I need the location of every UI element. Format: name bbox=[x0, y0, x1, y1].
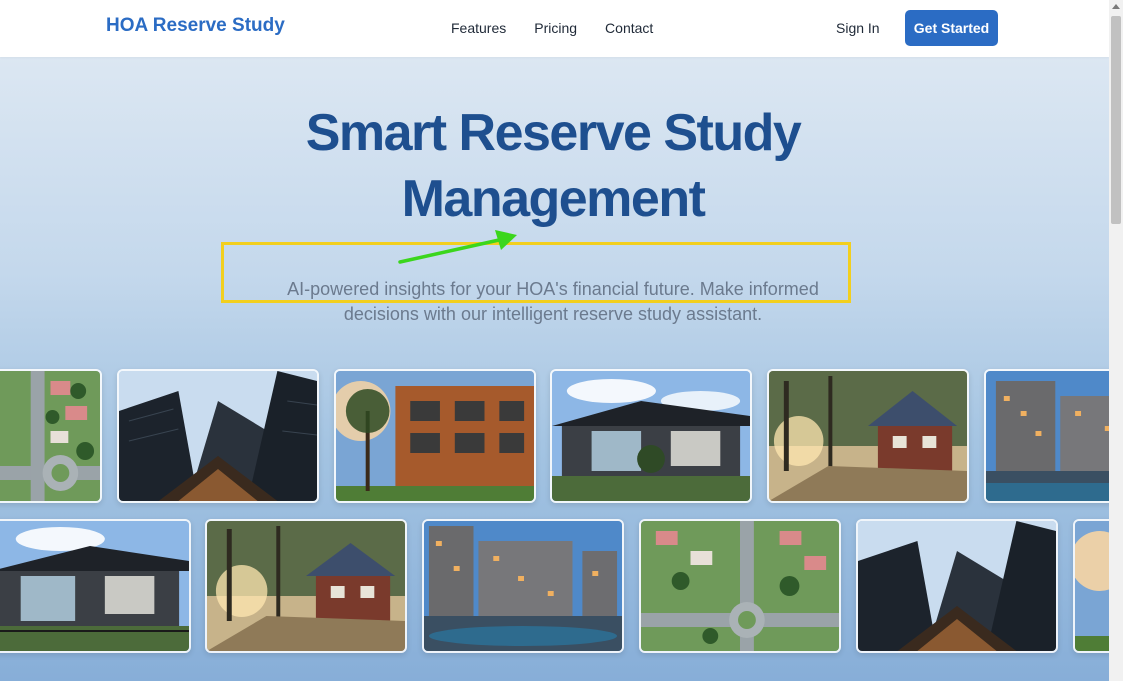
nav-links: Features Pricing Contact bbox=[451, 20, 653, 36]
apartment-complex-pool-photo[interactable] bbox=[984, 369, 1109, 503]
gallery-row-2 bbox=[0, 519, 1109, 653]
scroll-up-arrow-icon[interactable] bbox=[1112, 4, 1120, 9]
cottage-forest-photo[interactable] bbox=[205, 519, 407, 653]
hero-subtitle-line2: decisions with our intelligent reserve s… bbox=[343, 304, 763, 324]
apartment-complex-pool-photo[interactable] bbox=[422, 519, 624, 653]
nav-link-pricing[interactable]: Pricing bbox=[534, 20, 577, 36]
modern-house-photo[interactable] bbox=[550, 369, 752, 503]
aerial-neighborhood-photo[interactable] bbox=[0, 369, 102, 503]
annotation-arrow-icon bbox=[398, 230, 517, 264]
hero-subtitle: AI-powered insights for your HOA's finan… bbox=[250, 277, 856, 327]
aerial-neighborhood-photo[interactable] bbox=[639, 519, 841, 653]
nav-link-contact[interactable]: Contact bbox=[605, 20, 653, 36]
brick-apartment-sunset-photo[interactable] bbox=[1073, 519, 1109, 653]
vertical-scrollbar[interactable] bbox=[1109, 0, 1123, 681]
brick-apartment-sunset-photo[interactable] bbox=[334, 369, 536, 503]
nav-link-features[interactable]: Features bbox=[451, 20, 506, 36]
hero-title-line1: Smart Reserve Study bbox=[305, 104, 802, 162]
hero-title: Smart Reserve Study Management bbox=[250, 100, 856, 232]
sign-in-link[interactable]: Sign In bbox=[836, 20, 880, 36]
get-started-button[interactable]: Get Started bbox=[905, 10, 998, 46]
scrollbar-thumb[interactable] bbox=[1111, 16, 1121, 224]
hero-title-line2: Management bbox=[401, 170, 706, 228]
page-viewport: HOA Reserve Study Features Pricing Conta… bbox=[0, 0, 1109, 681]
hero-subtitle-line1: AI-powered insights for your HOA's finan… bbox=[287, 279, 819, 299]
brand-logo[interactable]: HOA Reserve Study bbox=[106, 15, 285, 37]
cottage-forest-photo[interactable] bbox=[767, 369, 969, 503]
glass-skyscrapers-photo[interactable] bbox=[856, 519, 1058, 653]
glass-skyscrapers-photo[interactable] bbox=[117, 369, 319, 503]
gallery-row-1 bbox=[0, 369, 1109, 503]
top-nav: HOA Reserve Study Features Pricing Conta… bbox=[0, 0, 1109, 57]
modern-house-photo[interactable] bbox=[0, 519, 191, 653]
